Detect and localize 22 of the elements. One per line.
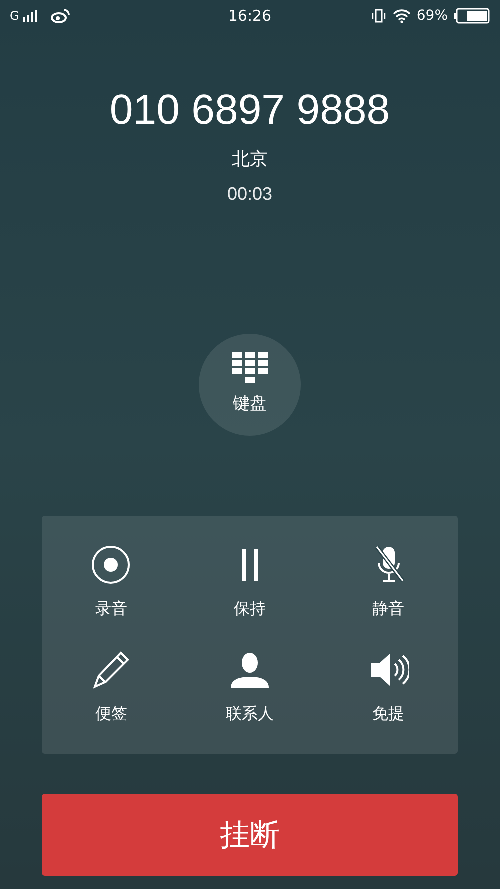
battery-icon — [454, 8, 490, 24]
weibo-icon — [51, 9, 72, 23]
call-action-button[interactable]: 便签 — [42, 635, 181, 740]
keypad-icon — [232, 352, 268, 384]
signal-icon — [23, 10, 40, 22]
keypad-button[interactable]: 键盘 — [199, 334, 301, 436]
call-action-button[interactable]: 联系人 — [180, 635, 320, 740]
call-action-button[interactable]: 免提 — [319, 635, 458, 740]
vibrate-icon — [370, 9, 387, 23]
battery-percent: 69% — [416, 6, 448, 26]
phone-number: 010 6897 9888 — [110, 85, 390, 135]
call-action-button[interactable]: 录音 — [42, 530, 181, 635]
network-type: G — [10, 8, 20, 25]
caller-location: 北京 — [232, 148, 268, 172]
call-action-button[interactable]: 静音 — [319, 530, 458, 635]
wifi-icon — [392, 9, 411, 23]
clock: 16:26 — [228, 6, 272, 27]
record-icon — [91, 544, 132, 584]
pencil-icon — [91, 650, 132, 690]
call-duration: 00:03 — [227, 183, 273, 206]
call-action-button[interactable]: 保持 — [180, 530, 320, 635]
hang-up-button[interactable]: 挂断 — [42, 794, 458, 876]
